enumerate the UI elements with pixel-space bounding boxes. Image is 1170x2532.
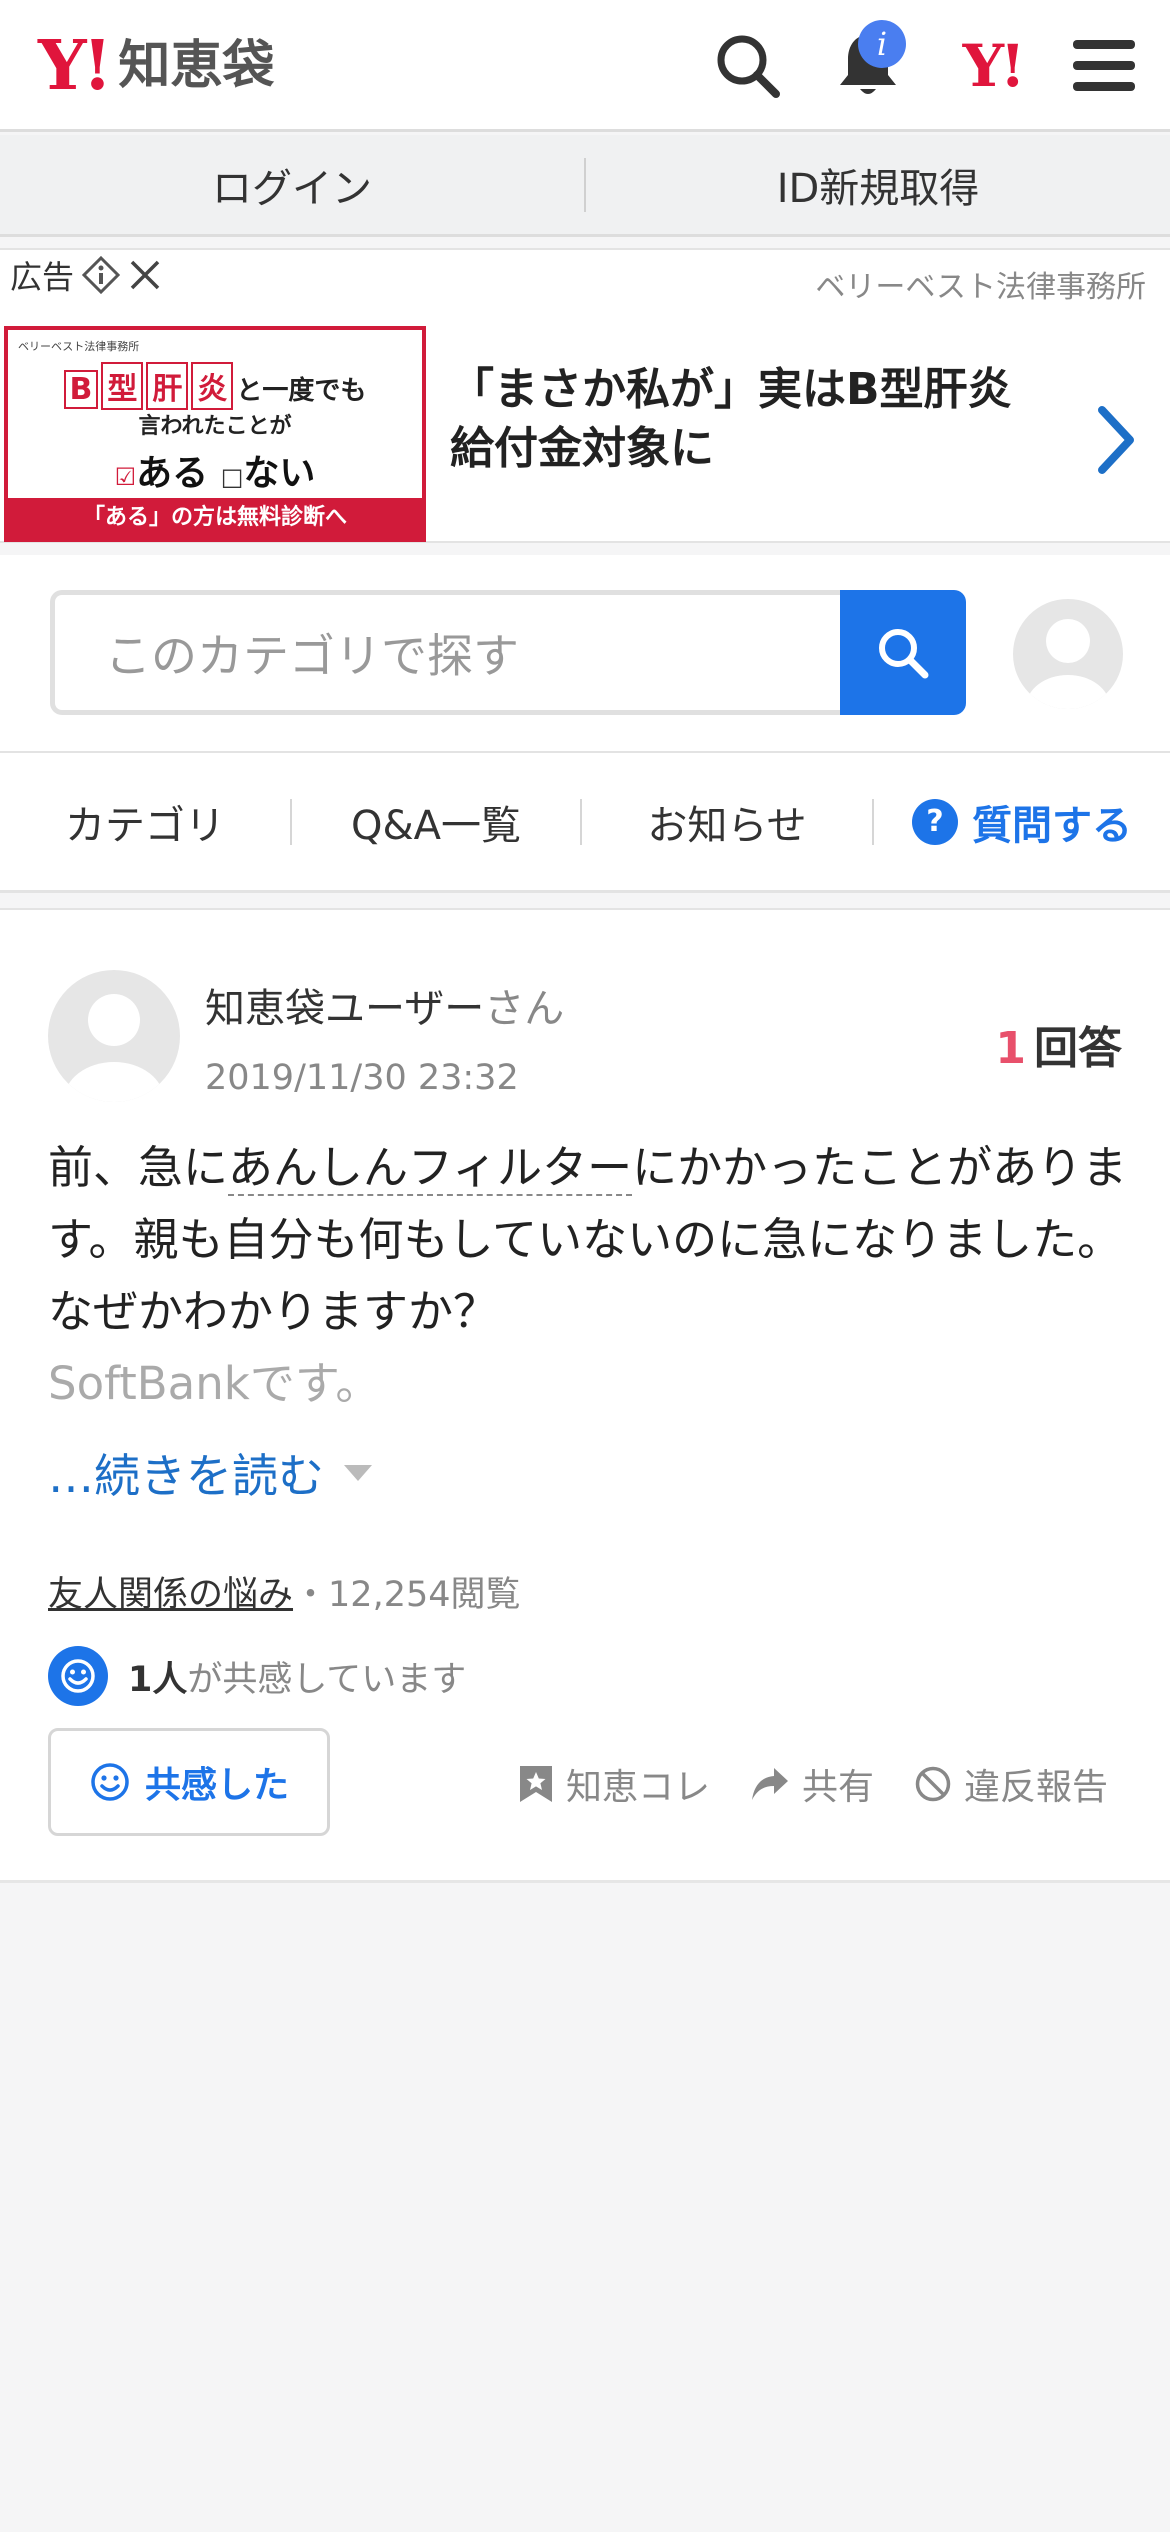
chie-collection-label: 知恵コレ xyxy=(565,1767,710,1808)
search-row: このカテゴリで探す xyxy=(0,555,1170,753)
question-icon: ? xyxy=(912,798,958,845)
report-label: 違反報告 xyxy=(963,1767,1108,1808)
ad-box-char: 肝 xyxy=(146,362,189,410)
question-text: 前、急に xyxy=(48,1141,229,1194)
ad-image[interactable]: ベリーベスト法律事務所 B 型肝炎と一度でも 言われたことが ☑ある □ない 「あ… xyxy=(4,326,426,542)
question-card: 知恵袋ユーザーさん 2019/11/30 23:32 1 回答 前、急にあんしんフ… xyxy=(0,908,1170,1883)
auth-bar: ログイン ID新規取得 xyxy=(0,135,1170,237)
smile-icon xyxy=(91,1763,129,1801)
ad-banner[interactable]: 広告 ベリーベスト法律事務所 ベリーベスト法律事務所 B 型肝炎と一度でも 言われ… xyxy=(0,248,1170,543)
share-button[interactable]: 共有 xyxy=(750,1758,874,1810)
answer-count-number: 1 xyxy=(995,1023,1026,1074)
ad-no: ない xyxy=(243,453,316,494)
tab-category[interactable]: カテゴリ xyxy=(0,753,290,890)
chevron-right-icon[interactable] xyxy=(1090,400,1140,480)
yahoo-logo-mark: Y! xyxy=(38,26,112,106)
notification-badge: i xyxy=(858,20,906,68)
empathy-button-label: 共感した xyxy=(144,1765,289,1806)
ad-info-icon[interactable] xyxy=(82,256,121,294)
ad-box-char: 炎 xyxy=(191,362,234,410)
share-arrow-icon xyxy=(751,1768,788,1800)
ask-question-label: 質問する xyxy=(972,802,1132,849)
ad-box-char: 型 xyxy=(101,362,144,410)
keyword-link[interactable]: あんしんフィルター xyxy=(228,1141,633,1196)
question-actions: 知恵コレ 共有 違反報告 xyxy=(518,1758,1108,1810)
user-avatar[interactable] xyxy=(1013,599,1123,709)
report-button[interactable]: 違反報告 xyxy=(914,1758,1108,1810)
question-text-faded: SoftBankです。 xyxy=(48,1357,381,1410)
asker-name-text: 知恵袋ユーザー xyxy=(205,986,485,1032)
empathy-count: 1人 xyxy=(128,1659,188,1700)
ad-yes: ある xyxy=(136,453,209,494)
bookmark-star-icon xyxy=(519,1766,552,1802)
ad-sponsor: ベリーベスト法律事務所 xyxy=(815,270,1146,305)
search-icon xyxy=(879,628,929,678)
logo-text: 知恵袋 xyxy=(118,36,275,96)
tab-qa-list[interactable]: Q&A一覧 xyxy=(292,753,580,890)
ad-close-icon[interactable] xyxy=(128,258,162,292)
triangle-down-icon xyxy=(344,1465,372,1481)
chie-collection-button[interactable]: 知恵コレ xyxy=(518,1758,710,1810)
question-date: 2019/11/30 23:32 xyxy=(205,1058,519,1098)
ad-image-line2: 言われたことが xyxy=(138,414,292,439)
register-link[interactable]: ID新規取得 xyxy=(586,156,1170,214)
empathy-button[interactable]: 共感した xyxy=(48,1728,330,1836)
read-more-link[interactable]: …続きを読む xyxy=(48,1440,372,1506)
ad-headline[interactable]: 「まさか私が」実はB型肝炎給付金対象に xyxy=(450,360,1050,479)
read-more-label: …続きを読む xyxy=(48,1449,324,1503)
search-input[interactable]: このカテゴリで探す xyxy=(50,590,845,715)
notification-bell-icon[interactable]: i xyxy=(828,20,908,106)
chiebukuro-logo[interactable]: Y! 知恵袋 xyxy=(38,30,274,102)
answer-count[interactable]: 1 回答 xyxy=(995,1012,1122,1076)
meta-separator: ・ xyxy=(293,1575,329,1615)
asker-avatar xyxy=(48,970,180,1102)
asker-name: 知恵袋ユーザーさん xyxy=(205,976,564,1034)
empathy-summary: 1人 が共感しています xyxy=(48,1646,466,1706)
yahoo-home-icon[interactable]: Y! xyxy=(950,26,1034,106)
checked-box-icon: ☑ xyxy=(114,463,137,491)
ad-image-bottom: 「ある」の方は無料診断へ xyxy=(8,498,422,538)
smile-icon xyxy=(48,1646,108,1706)
ask-question-button[interactable]: ? 質問する xyxy=(874,753,1170,890)
header: Y! 知恵袋 i Y! xyxy=(0,0,1170,132)
ad-image-line3: ☑ある □ない xyxy=(8,444,422,496)
ad-image-line1: B 型肝炎と一度でも xyxy=(8,362,422,410)
category-link[interactable]: 友人関係の悩み xyxy=(48,1575,293,1615)
ad-label[interactable]: 広告 xyxy=(0,250,173,300)
view-count: 12,254閲覧 xyxy=(328,1575,521,1615)
answer-count-label: 回答 xyxy=(1034,1023,1122,1074)
empathy-text: が共感しています xyxy=(187,1659,467,1700)
search-button[interactable] xyxy=(840,590,966,715)
login-link[interactable]: ログイン xyxy=(0,156,584,214)
share-label: 共有 xyxy=(801,1767,874,1808)
menu-icon[interactable] xyxy=(1064,26,1144,106)
question-meta: 友人関係の悩み・12,254閲覧 xyxy=(48,1566,521,1617)
asker-honorific: さん xyxy=(484,986,565,1032)
ad-box-char: B xyxy=(63,370,99,409)
category-tabs: カテゴリ Q&A一覧 お知らせ ? 質問する xyxy=(0,753,1170,893)
yahoo-mark: Y! xyxy=(962,32,1026,100)
ad-label-text: 広告 xyxy=(10,258,75,296)
tab-news[interactable]: お知らせ xyxy=(582,753,872,890)
search-icon[interactable] xyxy=(708,26,788,106)
ad-image-brand: ベリーベスト法律事務所 xyxy=(18,340,140,353)
prohibited-icon xyxy=(915,1766,951,1802)
empty-box-icon: □ xyxy=(220,463,244,491)
ad-line1-suffix: と一度でも xyxy=(236,376,367,406)
question-body: 前、急にあんしんフィルターにかかったことがあります。親も自分も何もしていないのに… xyxy=(48,1132,1128,1420)
